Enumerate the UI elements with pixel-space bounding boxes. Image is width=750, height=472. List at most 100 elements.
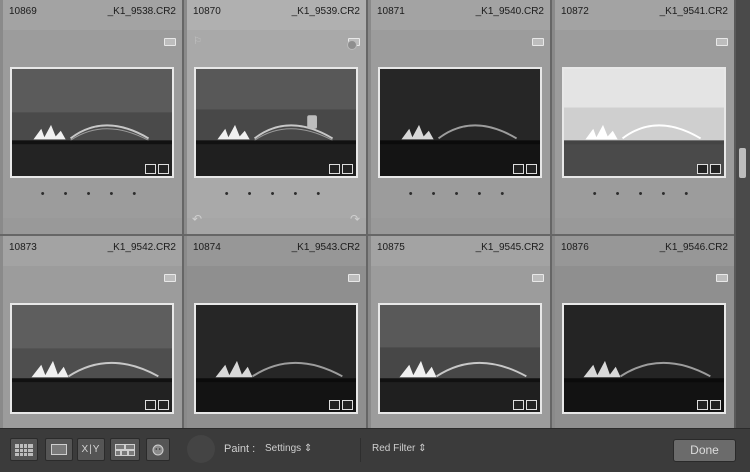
cell-header: 10874 _K1_9543.CR2 <box>187 236 366 266</box>
cell-header: 10875 _K1_9545.CR2 <box>371 236 550 266</box>
rating-stars[interactable]: • • • • • <box>187 188 366 200</box>
paint-settings-select[interactable]: Settings ⇕ <box>265 443 312 454</box>
cell-footer <box>3 218 182 234</box>
compare-view-label: X|Y <box>81 444 101 455</box>
scrollbar-thumb[interactable] <box>739 148 746 178</box>
grid-cell[interactable]: 10876 _K1_9546.CR2 <box>552 236 734 430</box>
paint-label: Paint : <box>224 443 256 455</box>
people-view-glyph <box>152 444 164 455</box>
collection-icon[interactable] <box>513 400 524 410</box>
photo-thumbnail[interactable] <box>194 303 358 414</box>
metadata-badge-icon[interactable] <box>716 274 728 282</box>
cell-header: 10872 _K1_9541.CR2 <box>555 0 734 30</box>
grid-view-glyph <box>15 443 33 456</box>
develop-adjusted-icon[interactable] <box>526 400 537 410</box>
cell-index: 10875 <box>377 242 405 253</box>
thumbnail-icons <box>329 164 353 174</box>
photo-thumbnail[interactable] <box>378 303 542 414</box>
photo-thumbnail[interactable] <box>562 303 726 414</box>
loupe-view-glyph <box>51 444 67 455</box>
cell-filename: _K1_9543.CR2 <box>291 242 360 253</box>
collection-icon[interactable] <box>329 400 340 410</box>
done-button[interactable]: Done <box>673 439 736 462</box>
cell-filename: _K1_9542.CR2 <box>107 242 176 253</box>
thumbnail-grid: 10869 _K1_9538.CR2 • • • • • 10870 _K1_9… <box>0 0 734 430</box>
vertical-scrollbar[interactable] <box>736 0 750 428</box>
collection-icon[interactable] <box>513 164 524 174</box>
cell-filename: _K1_9540.CR2 <box>475 6 544 17</box>
quick-collection-circle-icon[interactable] <box>347 40 357 50</box>
preset-value: Red Filter <box>372 443 416 454</box>
loupe-view-icon[interactable] <box>45 438 73 461</box>
collection-icon[interactable] <box>697 164 708 174</box>
collection-icon[interactable] <box>329 164 340 174</box>
cell-footer <box>555 218 734 234</box>
photo-thumbnail[interactable] <box>194 67 358 178</box>
cell-index: 10872 <box>561 6 589 17</box>
metadata-badge-icon[interactable] <box>532 274 544 282</box>
develop-adjusted-icon[interactable] <box>342 400 353 410</box>
metadata-badge-icon[interactable] <box>348 274 360 282</box>
develop-adjusted-icon[interactable] <box>158 164 169 174</box>
paint-settings-value: Settings <box>265 443 302 454</box>
collection-icon[interactable] <box>697 400 708 410</box>
flag-icon[interactable]: ⚐ <box>193 36 202 47</box>
cell-header: 10870 _K1_9539.CR2 <box>187 0 366 30</box>
cell-index: 10869 <box>9 6 37 17</box>
grid-cell[interactable]: 10874 _K1_9543.CR2 <box>184 236 366 430</box>
sydney-harbour-image <box>564 69 724 176</box>
develop-adjusted-icon[interactable] <box>710 400 721 410</box>
cell-index: 10873 <box>9 242 37 253</box>
photo-thumbnail[interactable] <box>378 67 542 178</box>
rating-stars[interactable]: • • • • • <box>3 188 182 200</box>
thumbnail-icons <box>513 400 537 410</box>
people-view-icon[interactable] <box>146 438 170 461</box>
collection-icon[interactable] <box>145 400 156 410</box>
survey-view-glyph <box>115 443 135 456</box>
rotate-left-icon[interactable]: ↶ <box>192 212 202 226</box>
sydney-harbour-image <box>12 305 172 412</box>
cell-header: 10869 _K1_9538.CR2 <box>3 0 182 30</box>
sydney-harbour-image <box>196 69 356 176</box>
sydney-harbour-image <box>196 305 356 412</box>
rotate-right-icon[interactable]: ↷ <box>350 212 360 226</box>
develop-adjusted-icon[interactable] <box>158 400 169 410</box>
grid-cell[interactable]: 10873 _K1_9542.CR2 <box>0 236 182 430</box>
select-arrows-icon: ⇕ <box>418 443 427 454</box>
preset-select[interactable]: Red Filter ⇕ <box>372 443 427 454</box>
thumbnail-icons <box>697 164 721 174</box>
metadata-badge-icon[interactable] <box>164 274 176 282</box>
develop-adjusted-icon[interactable] <box>526 164 537 174</box>
bottom-toolbar: X|Y Paint : Settings ⇕ Red Filter ⇕ Done <box>0 428 750 472</box>
grid-cell[interactable]: 10871 _K1_9540.CR2 • • • • • <box>368 0 550 234</box>
painter-spray-can-icon[interactable] <box>187 435 215 463</box>
cell-index: 10874 <box>193 242 221 253</box>
survey-view-icon[interactable] <box>110 438 140 461</box>
cell-filename: _K1_9541.CR2 <box>659 6 728 17</box>
photo-thumbnail[interactable] <box>10 67 174 178</box>
compare-view-icon[interactable]: X|Y <box>77 438 105 461</box>
cell-footer <box>371 218 550 234</box>
cell-index: 10870 <box>193 6 221 17</box>
metadata-badge-icon[interactable] <box>532 38 544 46</box>
grid-cell[interactable]: 10869 _K1_9538.CR2 • • • • • <box>0 0 182 234</box>
cell-index: 10871 <box>377 6 405 17</box>
metadata-badge-icon[interactable] <box>164 38 176 46</box>
develop-adjusted-icon[interactable] <box>342 164 353 174</box>
develop-adjusted-icon[interactable] <box>710 164 721 174</box>
grid-cell[interactable]: 10875 _K1_9545.CR2 <box>368 236 550 430</box>
thumbnail-icons <box>329 400 353 410</box>
photo-thumbnail[interactable] <box>10 303 174 414</box>
grid-cell[interactable]: 10870 _K1_9539.CR2 ⚐ • • • • • ↶ ↷ <box>184 0 366 234</box>
grid-cell[interactable]: 10872 _K1_9541.CR2 • • • • • <box>552 0 734 234</box>
cell-index: 10876 <box>561 242 589 253</box>
sydney-harbour-image <box>12 69 172 176</box>
sydney-harbour-image <box>564 305 724 412</box>
metadata-badge-icon[interactable] <box>716 38 728 46</box>
rating-stars[interactable]: • • • • • <box>555 188 734 200</box>
grid-view-icon[interactable] <box>10 438 38 461</box>
collection-icon[interactable] <box>145 164 156 174</box>
rating-stars[interactable]: • • • • • <box>371 188 550 200</box>
photo-thumbnail[interactable] <box>562 67 726 178</box>
cell-filename: _K1_9546.CR2 <box>659 242 728 253</box>
